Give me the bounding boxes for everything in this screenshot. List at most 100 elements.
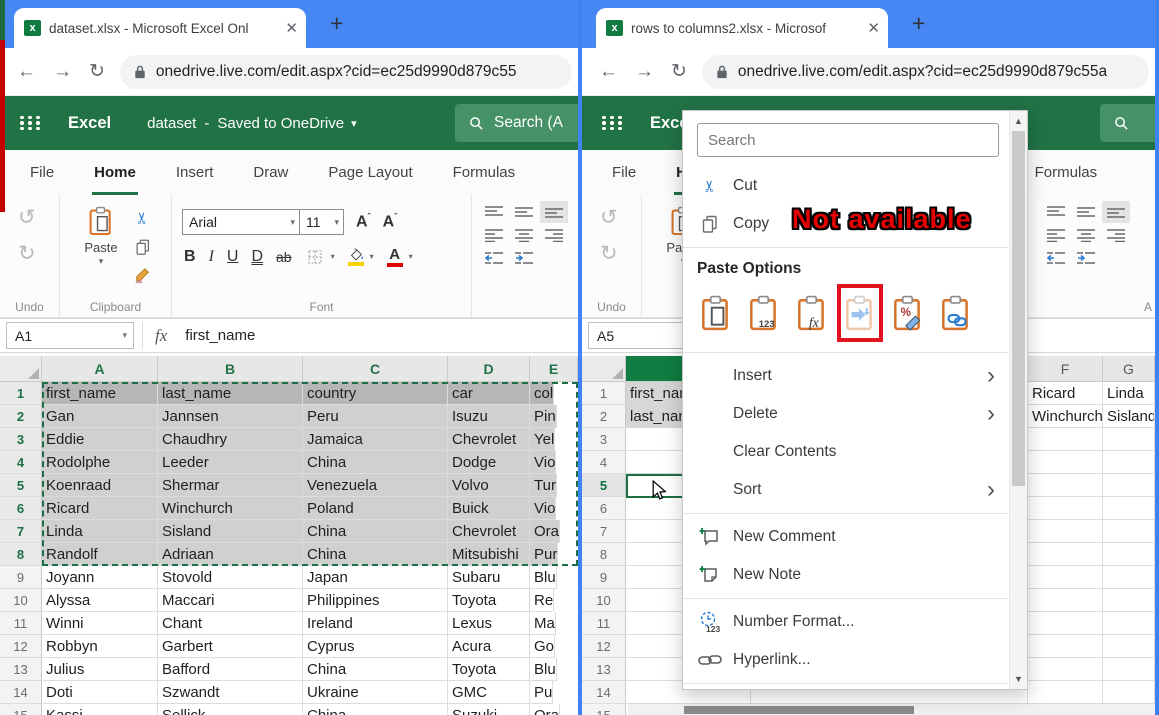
cell[interactable]: Pin xyxy=(530,405,557,428)
back-icon[interactable]: ← xyxy=(599,61,618,83)
app-launcher-icon[interactable] xyxy=(602,115,624,131)
document-name[interactable]: dataset xyxy=(147,115,196,132)
cell[interactable] xyxy=(1103,543,1155,566)
cell[interactable] xyxy=(1028,451,1103,474)
double-underline-button[interactable]: D xyxy=(251,248,263,266)
paste-link-icon[interactable] xyxy=(937,288,975,338)
cell[interactable]: Venezuela xyxy=(303,474,448,497)
scroll-down-icon[interactable]: ▼ xyxy=(1010,674,1027,684)
new-tab-button[interactable]: + xyxy=(912,10,925,37)
cell[interactable]: Linda xyxy=(42,520,158,543)
menu-item-cut[interactable]: ✂ Cut xyxy=(683,167,1009,205)
name-box[interactable]: A1 ▾ xyxy=(6,322,134,349)
cell[interactable] xyxy=(1028,612,1103,635)
column-header[interactable]: G xyxy=(1103,356,1155,382)
menu-item-delete[interactable]: Delete › xyxy=(683,395,1009,433)
cell[interactable]: Dodge xyxy=(448,451,530,474)
cell[interactable]: Vio xyxy=(530,451,557,474)
cell[interactable]: Shermar xyxy=(158,474,303,497)
row-number[interactable]: 6 xyxy=(0,497,42,520)
align-right-icon[interactable] xyxy=(544,228,564,242)
cell[interactable] xyxy=(1103,589,1155,612)
cell[interactable]: Jamaica xyxy=(303,428,448,451)
select-all-corner[interactable] xyxy=(582,356,626,382)
cell[interactable]: Sisland xyxy=(1103,405,1155,428)
menu-item-partial[interactable] xyxy=(683,688,1009,689)
ribbon-tab[interactable]: File xyxy=(612,150,636,195)
cell[interactable]: country xyxy=(303,382,448,405)
cell[interactable]: Alyssa xyxy=(42,589,158,612)
cell[interactable]: Buick xyxy=(448,497,530,520)
address-bar[interactable]: onedrive.live.com/edit.aspx?cid=ec25d999… xyxy=(701,54,1149,89)
cell[interactable]: Eddie xyxy=(42,428,158,451)
fx-icon[interactable]: fx xyxy=(155,326,167,346)
menu-search-input[interactable] xyxy=(697,123,999,157)
search-box[interactable]: Search (A xyxy=(455,104,578,142)
cell[interactable] xyxy=(1028,543,1103,566)
column-header[interactable]: A xyxy=(42,356,158,382)
save-status[interactable]: Saved to OneDrive xyxy=(217,115,344,132)
bold-button[interactable]: B xyxy=(184,248,196,266)
cell[interactable]: Pu xyxy=(530,681,554,704)
row-number[interactable]: 11 xyxy=(582,612,626,635)
cell[interactable]: Bafford xyxy=(158,658,303,681)
row-number[interactable]: 4 xyxy=(582,451,626,474)
chevron-down-icon[interactable]: ▾ xyxy=(122,330,127,341)
cell[interactable]: Winni xyxy=(42,612,158,635)
font-size-select[interactable]: 11 ▾ xyxy=(300,209,344,235)
cell[interactable]: Japan xyxy=(303,566,448,589)
column-header[interactable]: E xyxy=(530,356,578,382)
row-number[interactable]: 15 xyxy=(0,704,42,715)
cell[interactable] xyxy=(1103,635,1155,658)
row-number[interactable]: 5 xyxy=(582,474,626,497)
ribbon-tab[interactable]: File xyxy=(30,150,54,195)
row-number[interactable]: 7 xyxy=(582,520,626,543)
row-number[interactable]: 2 xyxy=(582,405,626,428)
cell[interactable]: Suzuki xyxy=(448,704,530,715)
align-bottom-icon[interactable] xyxy=(540,201,568,223)
row-number[interactable]: 14 xyxy=(0,681,42,704)
decrease-indent-icon[interactable] xyxy=(484,251,504,265)
cell[interactable]: Go xyxy=(530,635,556,658)
chevron-down-icon[interactable]: ▾ xyxy=(331,252,335,261)
fill-color-button[interactable] xyxy=(347,248,364,266)
menu-item-hyperlink[interactable]: Hyperlink... xyxy=(683,641,1009,679)
cell[interactable]: China xyxy=(303,704,448,715)
align-center-icon[interactable] xyxy=(514,228,534,242)
browser-tab[interactable]: x rows to columns2.xlsx - Microsof ✕ xyxy=(596,8,888,48)
cell[interactable]: Poland xyxy=(303,497,448,520)
redo-icon[interactable]: ↻ xyxy=(18,243,36,264)
cell[interactable]: car xyxy=(448,382,530,405)
paste-formatting-icon[interactable]: % xyxy=(889,288,927,338)
address-bar[interactable]: onedrive.live.com/edit.aspx?cid=ec25d999… xyxy=(119,54,572,89)
cell[interactable]: Tur xyxy=(530,474,557,497)
ribbon-tab[interactable]: Draw xyxy=(253,150,288,195)
cell[interactable]: Leeder xyxy=(158,451,303,474)
row-number[interactable]: 1 xyxy=(582,382,626,405)
copy-icon[interactable] xyxy=(134,238,152,256)
cell[interactable]: last_name xyxy=(158,382,303,405)
cell[interactable]: Gan xyxy=(42,405,158,428)
horizontal-scrollbar[interactable] xyxy=(628,703,1155,715)
cell[interactable]: Sellick xyxy=(158,704,303,715)
scroll-up-icon[interactable]: ▲ xyxy=(1010,116,1027,126)
align-bottom-icon[interactable] xyxy=(1102,201,1130,223)
cell[interactable]: Isuzu xyxy=(448,405,530,428)
cell[interactable]: Randolf xyxy=(42,543,158,566)
increase-font-icon[interactable]: Aˆ xyxy=(356,212,371,231)
cell[interactable]: Sisland xyxy=(158,520,303,543)
chevron-down-icon[interactable]: ▾ xyxy=(351,117,357,130)
cell[interactable]: Ireland xyxy=(303,612,448,635)
cell[interactable]: Robbyn xyxy=(42,635,158,658)
row-number[interactable]: 1 xyxy=(0,382,42,405)
ribbon-tab[interactable]: Formulas xyxy=(453,150,516,195)
decrease-indent-icon[interactable] xyxy=(1046,251,1066,265)
cell[interactable] xyxy=(1103,658,1155,681)
column-header[interactable]: D xyxy=(448,356,530,382)
reload-icon[interactable]: ↻ xyxy=(89,60,105,83)
cell[interactable] xyxy=(1028,497,1103,520)
align-middle-icon[interactable] xyxy=(1076,205,1096,219)
cell[interactable] xyxy=(1103,612,1155,635)
cell[interactable]: Lexus xyxy=(448,612,530,635)
cell[interactable]: Vio xyxy=(530,497,557,520)
